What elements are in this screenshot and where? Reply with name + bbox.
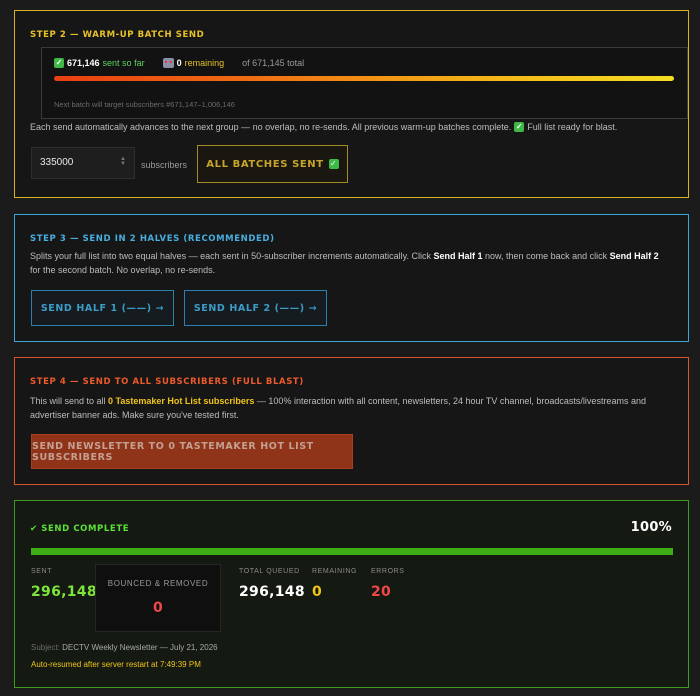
batch-size-input[interactable]: 335000 ▲ ▼ — [31, 147, 135, 179]
errors-metric-label: ERRORS — [371, 568, 405, 575]
sent-so-far-stat: ✓ 671,146 sent so far — [54, 58, 145, 68]
step2-title: STEP 2 — WARM-UP BATCH SEND — [30, 30, 205, 40]
subscribers-label: subscribers — [141, 160, 188, 170]
bounced-metric-box: BOUNCED & REMOVED 0 — [95, 564, 221, 632]
step3-desc-bold: Send Half 1 — [433, 251, 483, 261]
send-half-1-button[interactable]: SEND HALF 1 (——) → — [31, 290, 174, 326]
check-icon: ✓ — [328, 159, 339, 169]
full-blast-panel: STEP 4 — SEND TO ALL SUBSCRIBERS (FULL B… — [14, 357, 689, 485]
bounced-metric-value: 0 — [152, 600, 164, 616]
remaining-metric-value: 0 — [312, 584, 323, 600]
subject-value: DECTV Weekly Newsletter — July 21, 2026 — [62, 643, 218, 652]
newsletter-subject: Subject: DECTV Weekly Newsletter — July … — [31, 643, 218, 652]
complete-progress-bar — [31, 548, 673, 555]
step2-description: Each send automatically advances to the … — [30, 122, 617, 132]
next-batch-text: Next batch will target subscribers #671,… — [54, 100, 235, 109]
errors-metric-value: 20 — [371, 584, 392, 600]
sent-metric-label: SENT — [31, 568, 53, 575]
complete-percent: 100% — [630, 520, 672, 535]
step3-desc-bold: Send Half 2 — [609, 251, 659, 261]
batch-progress-bar — [54, 76, 674, 81]
remaining-label: remaining — [184, 58, 225, 68]
step3-description: Splits your full list into two equal hal… — [30, 249, 670, 277]
step4-title: STEP 4 — SEND TO ALL SUBSCRIBERS (FULL B… — [30, 377, 304, 387]
remaining-stat: 0 remaining — [162, 58, 225, 68]
remaining-count: 0 — [176, 58, 182, 68]
check-icon: ✓ — [514, 122, 525, 132]
queued-metric-label: TOTAL QUEUED — [239, 568, 300, 575]
auto-resume-notice: Auto-resumed after server restart at 7:4… — [31, 660, 201, 669]
robot-icon — [162, 58, 174, 68]
remaining-metric-label: REMAINING — [312, 568, 358, 575]
step2-description-a: Each send automatically advances to the … — [30, 122, 512, 132]
send-newsletter-button[interactable]: SEND NEWSLETTER TO 0 TASTEMAKER HOT LIST… — [31, 434, 353, 469]
step3-desc-part: now, then come back and click — [482, 251, 610, 261]
batch-size-value: 335000 — [40, 157, 74, 168]
check-icon: ✓ — [54, 58, 64, 68]
subject-label: Subject: — [31, 643, 60, 652]
sent-metric-value: 296,148 — [31, 584, 97, 600]
send-half-2-button[interactable]: SEND HALF 2 (——) → — [184, 290, 327, 326]
step4-desc-highlight: 0 Tastemaker Hot List subscribers — [108, 396, 255, 406]
step3-title: STEP 3 — SEND IN 2 HALVES (RECOMMENDED) — [30, 234, 275, 244]
all-batches-sent-label: ALL BATCHES SENT — [206, 158, 324, 170]
send-complete-title: ✔ SEND COMPLETE — [30, 524, 130, 534]
sent-count: 671,146 — [67, 58, 100, 68]
step3-desc-part: for the second batch. No overlap, no re-… — [30, 265, 216, 275]
sent-label: sent so far — [102, 58, 145, 68]
batch-stats: ✓ 671,146 sent so far 0 remaining of 671… — [54, 58, 322, 68]
bounced-metric-label: BOUNCED & REMOVED — [107, 579, 209, 588]
total-stat: of 671,145 total — [242, 58, 304, 68]
send-halves-panel: STEP 3 — SEND IN 2 HALVES (RECOMMENDED) … — [14, 214, 689, 342]
batch-progress-box: ✓ 671,146 sent so far 0 remaining of 671… — [41, 47, 688, 119]
queued-metric-value: 296,148 — [239, 584, 305, 600]
stepper-arrows-icon[interactable]: ▲ ▼ — [120, 156, 126, 169]
step3-desc-part: Splits your full list into two equal hal… — [30, 251, 434, 261]
send-complete-panel: ✔ SEND COMPLETE 100% SENT 296,148 BOUNCE… — [14, 500, 689, 688]
all-batches-sent-button[interactable]: ALL BATCHES SENT ✓ — [197, 145, 348, 183]
step2-description-b: Full list ready for blast. — [527, 122, 618, 132]
warmup-batch-panel: STEP 2 — WARM-UP BATCH SEND ✓ 671,146 se… — [14, 10, 689, 198]
total-label: of 671,145 total — [242, 58, 305, 68]
step4-description: This will send to all 0 Tastemaker Hot L… — [30, 394, 670, 422]
step4-desc-part: This will send to all — [30, 396, 109, 406]
